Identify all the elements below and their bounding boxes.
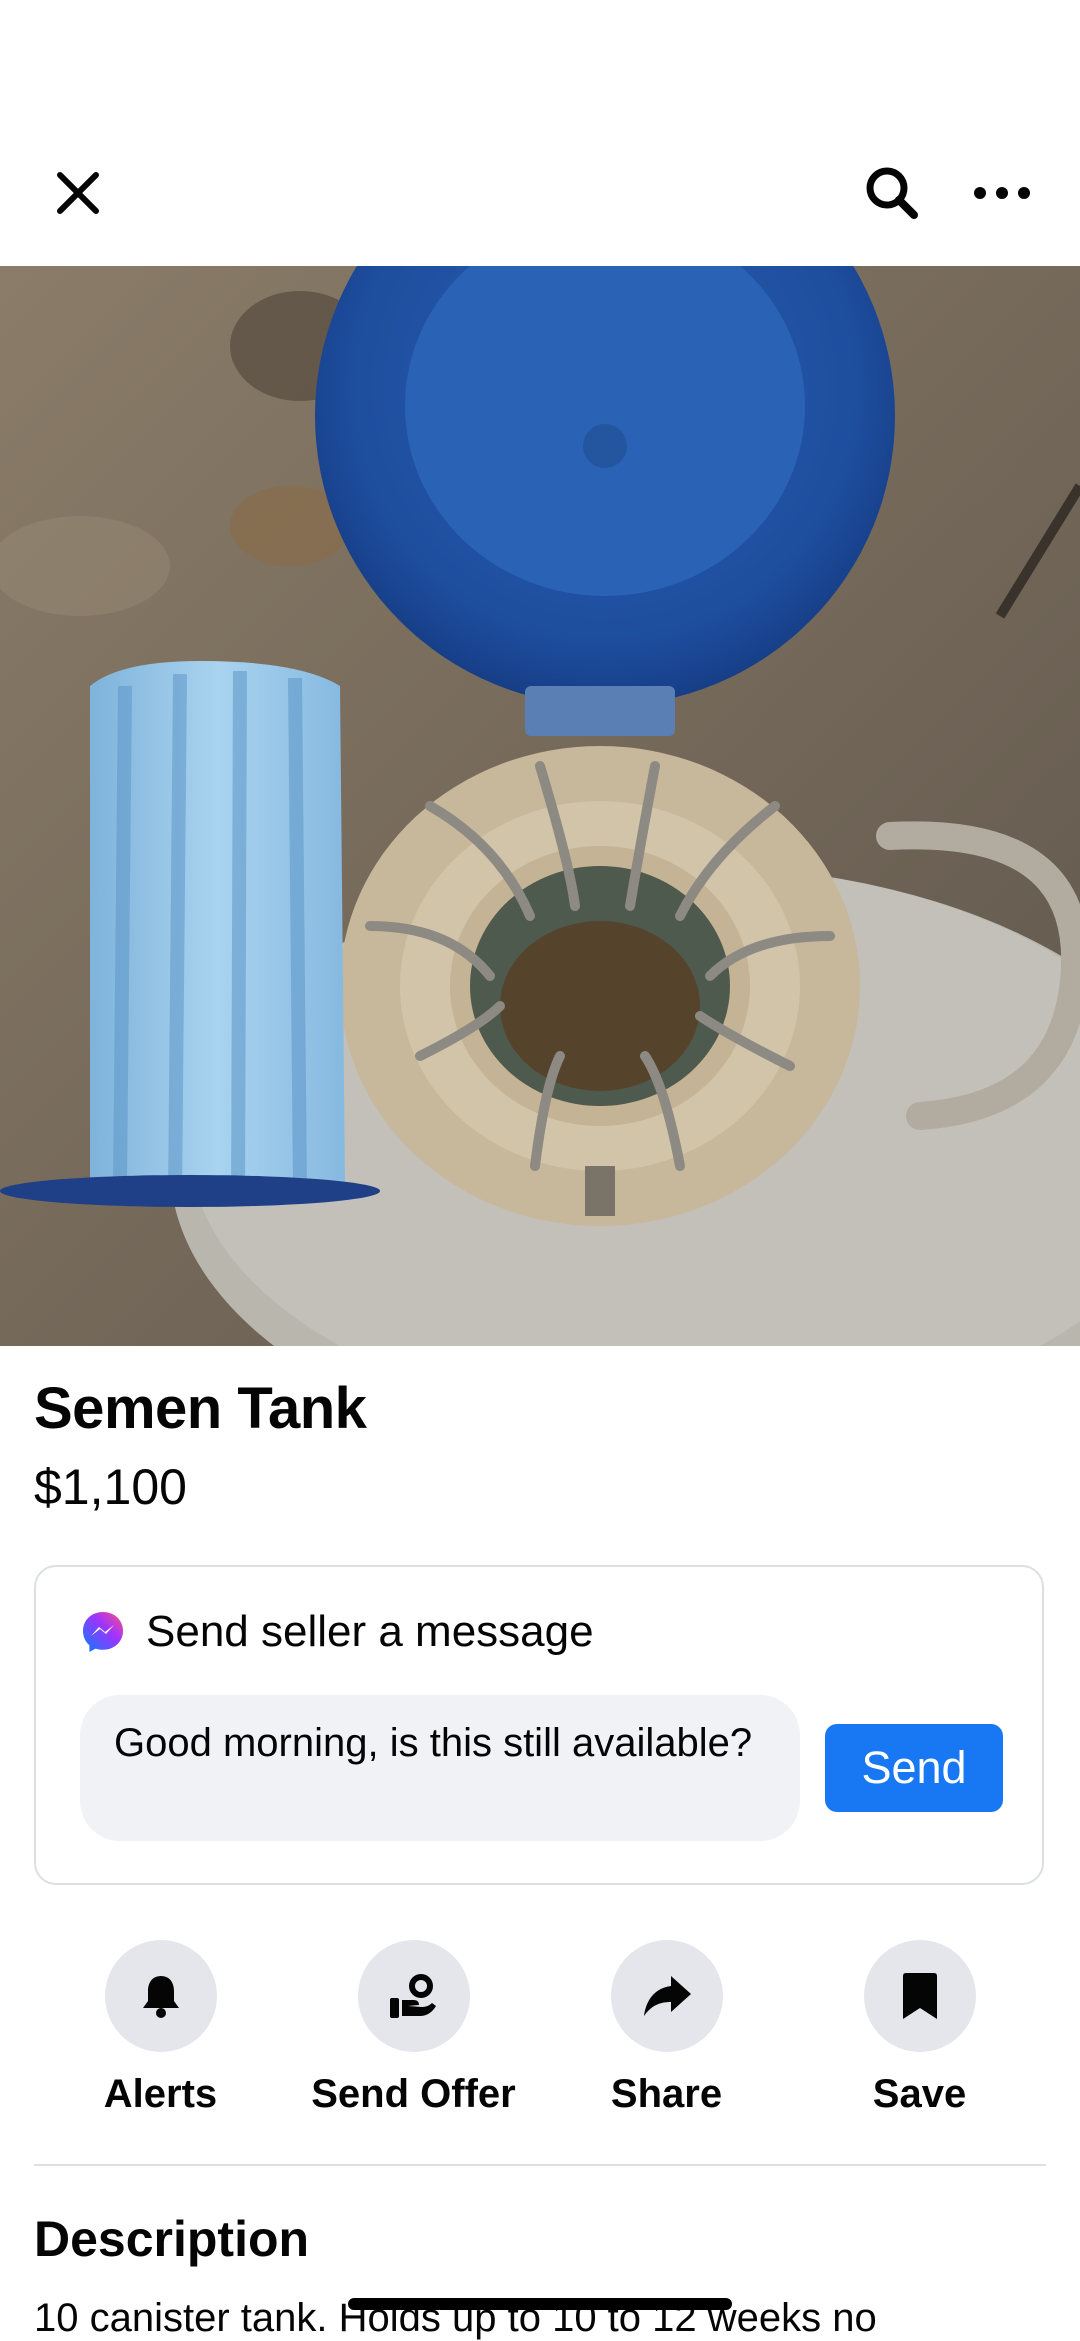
listing-title: Semen Tank xyxy=(34,1376,367,1441)
listing-price: $1,100 xyxy=(34,1459,187,1515)
alerts-button[interactable] xyxy=(104,1940,217,2052)
send-button[interactable]: Send xyxy=(825,1724,1003,1812)
alerts-label: Alerts xyxy=(103,2072,218,2116)
listing-photo[interactable] xyxy=(0,266,1080,1346)
close-icon xyxy=(57,172,99,214)
message-seller-card: Send seller a message Good morning, is t… xyxy=(34,1565,1044,1885)
share-label: Share xyxy=(610,2072,723,2116)
section-divider xyxy=(34,2164,1046,2166)
share-button[interactable] xyxy=(610,1940,723,2052)
messenger-icon xyxy=(83,1612,123,1652)
close-button[interactable] xyxy=(40,155,116,231)
send-offer-label: Send Offer xyxy=(311,2072,516,2116)
action-bar: Alerts Send Offer Share Save xyxy=(34,1940,1046,2120)
send-offer-button[interactable] xyxy=(357,1940,470,2052)
alerts-action[interactable]: Alerts xyxy=(34,1940,287,2117)
send-offer-action[interactable]: Send Offer xyxy=(287,1940,540,2117)
share-action[interactable]: Share xyxy=(540,1940,793,2117)
save-button[interactable] xyxy=(863,1940,976,2052)
more-options-button[interactable] xyxy=(964,155,1040,231)
more-horizontal-icon xyxy=(974,187,1030,199)
save-label: Save xyxy=(872,2072,967,2116)
share-arrow-icon xyxy=(643,1976,691,2016)
search-button[interactable] xyxy=(850,155,934,231)
search-icon xyxy=(866,167,918,219)
message-input[interactable]: Good morning, is this still available? xyxy=(80,1695,800,1841)
message-heading: Send seller a message xyxy=(146,1607,594,1656)
top-bar xyxy=(0,0,1080,266)
bookmark-icon xyxy=(902,1973,937,2019)
message-heading-row: Send seller a message xyxy=(80,1607,594,1657)
save-action[interactable]: Save xyxy=(793,1940,1046,2117)
home-indicator[interactable] xyxy=(348,2298,732,2310)
description-heading: Description xyxy=(34,2211,310,2267)
listing-image xyxy=(0,266,1080,1346)
bell-icon xyxy=(142,1976,179,2018)
offer-hand-icon xyxy=(389,1974,436,2018)
